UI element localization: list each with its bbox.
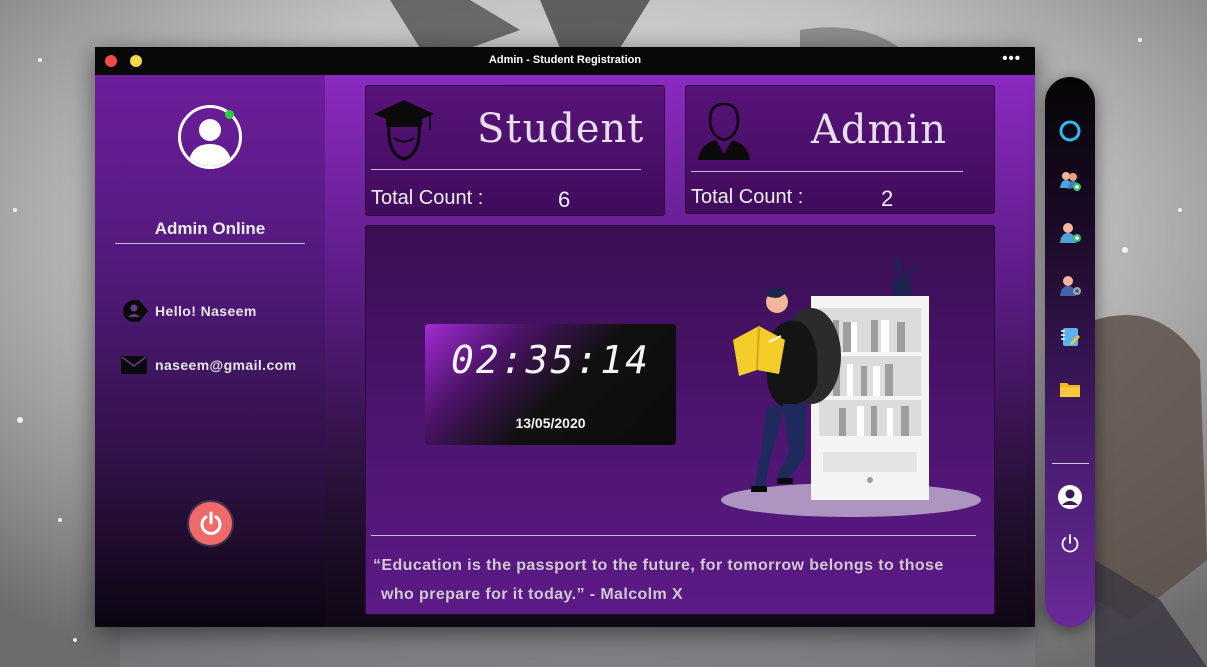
admin-user-icon <box>698 102 750 160</box>
clock-date: 13/05/2020 <box>515 415 586 431</box>
sidebar-divider <box>115 243 305 244</box>
admin-card-title: Admin <box>811 107 947 153</box>
admin-status-label: Admin Online <box>154 219 266 238</box>
student-reading-illustration <box>721 256 981 517</box>
motivational-quote: “Education is the passport to the future… <box>373 551 983 609</box>
main-panel: 02:35:14 13/05/2020 “Education is the pa… <box>365 225 995 615</box>
more-options-icon[interactable]: ••• <box>1002 50 1021 67</box>
quote-line-1: “Education is the passport to the future… <box>373 557 944 574</box>
graduation-cap-icon <box>374 100 434 161</box>
student-count-label: Total Count : <box>371 187 484 209</box>
circle-icon[interactable] <box>1056 117 1084 145</box>
quote-divider <box>371 535 976 536</box>
manage-users-icon[interactable] <box>1056 272 1084 300</box>
dock-divider <box>1052 463 1089 464</box>
dashboard-content: Student Total Count : 6 Admin Total Coun… <box>325 75 1035 627</box>
online-status-dot <box>225 110 234 119</box>
app-dock <box>1045 77 1095 627</box>
admin-card-divider <box>691 171 963 172</box>
clock-time: 02:35:14 <box>450 338 651 382</box>
title-bar[interactable]: Admin - Student Registration ••• <box>95 47 1035 75</box>
power-icon <box>200 511 221 535</box>
student-count-card[interactable]: Student Total Count : 6 <box>365 85 665 216</box>
email-row: naseem@gmail.com <box>121 353 296 377</box>
digital-clock: 02:35:14 13/05/2020 <box>425 324 676 445</box>
user-tag-icon <box>121 299 149 323</box>
logout-power-button[interactable] <box>189 502 232 545</box>
profile-icon[interactable] <box>1056 483 1084 511</box>
student-card-divider <box>371 169 641 170</box>
power-icon[interactable] <box>1056 530 1084 558</box>
greeting-text: Hello! Naseem <box>155 303 257 319</box>
window-title: Admin - Student Registration <box>488 54 642 66</box>
greeting-row: Hello! Naseem <box>121 299 257 323</box>
sidebar: Admin Online Hello! Naseem naseem@gmail.… <box>95 75 325 627</box>
email-text: naseem@gmail.com <box>155 357 297 373</box>
admin-count-card[interactable]: Admin Total Count : 2 <box>685 85 995 214</box>
quote-line-2: who prepare for it today.” - Malcolm X <box>381 586 684 603</box>
envelope-icon <box>121 353 149 377</box>
admin-count-value: 2 <box>881 186 894 211</box>
main-window: Admin - Student Registration ••• Admin O… <box>95 47 1035 627</box>
folder-icon[interactable] <box>1056 375 1084 403</box>
add-student-icon[interactable] <box>1056 167 1084 195</box>
add-admin-icon[interactable] <box>1056 219 1084 247</box>
student-count-value: 6 <box>558 187 571 212</box>
admin-count-label: Total Count : <box>691 186 804 208</box>
notes-icon[interactable] <box>1056 323 1084 351</box>
student-card-title: Student <box>477 106 645 152</box>
